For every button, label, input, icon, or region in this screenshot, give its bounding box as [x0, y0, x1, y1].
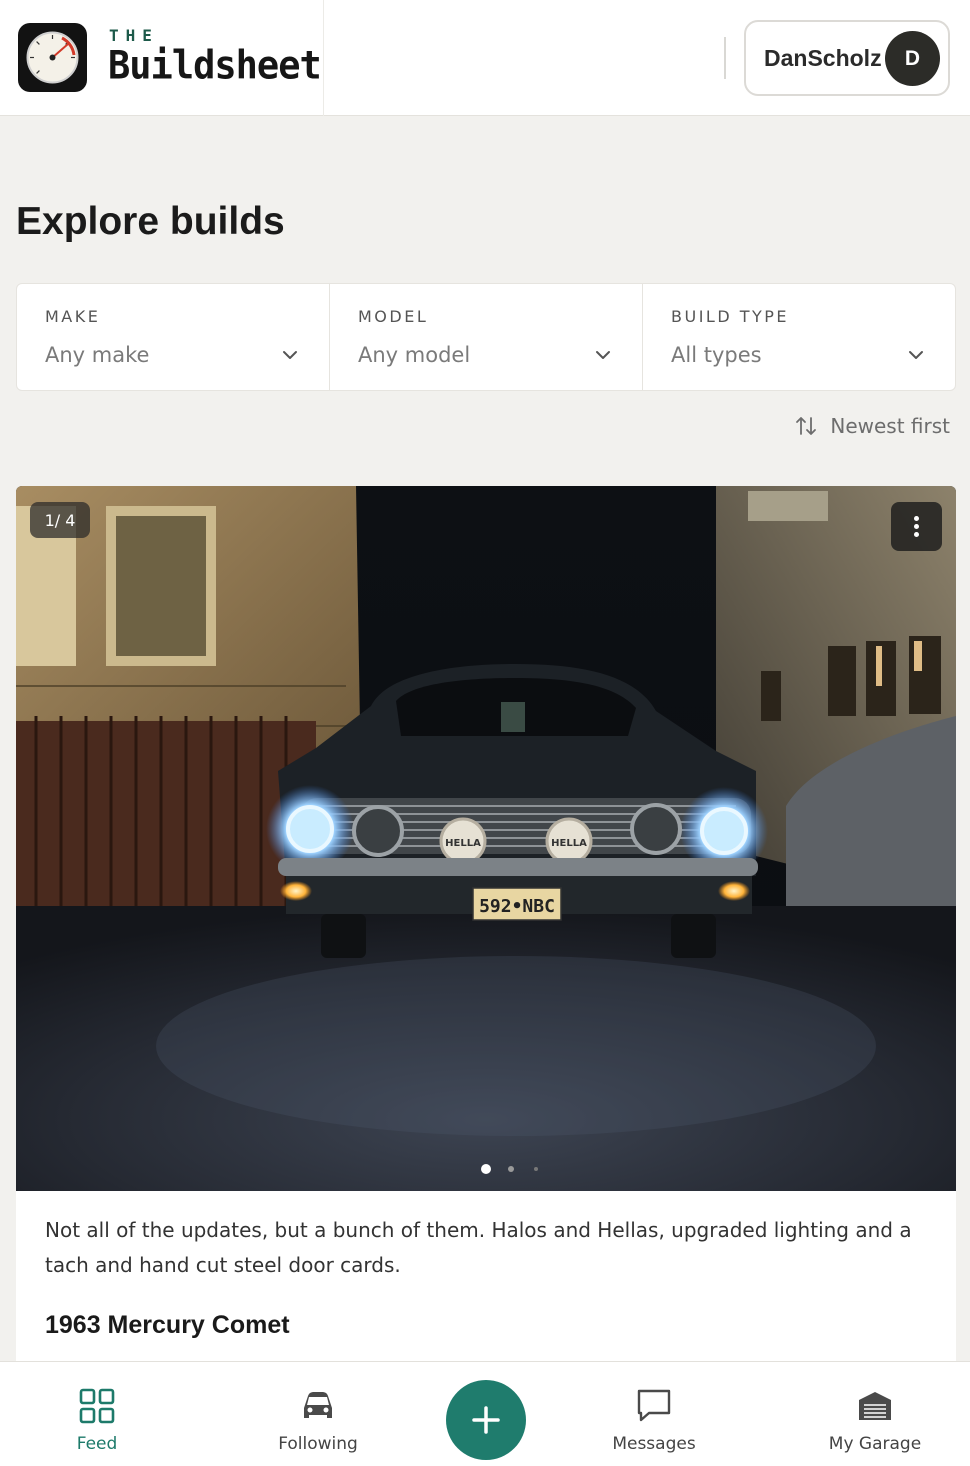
- build-card[interactable]: HELLA HELLA 592•NBC 1/ 4 Not all of the …: [16, 486, 956, 1386]
- nav-item-my-garage[interactable]: My Garage: [795, 1362, 955, 1466]
- filter-label: MAKE: [45, 307, 101, 326]
- filter-label: MODEL: [358, 307, 429, 326]
- more-options-button[interactable]: [891, 502, 942, 551]
- filter-value: Any model: [358, 343, 471, 367]
- filter-value: All types: [671, 343, 762, 367]
- model-filter-select[interactable]: MODEL Any model: [330, 284, 643, 390]
- sort-arrows-icon: [796, 417, 817, 435]
- chevron-down-icon: [283, 351, 297, 359]
- hella-lamp-label: HELLA: [445, 838, 481, 849]
- sort-label: Newest first: [830, 414, 950, 438]
- license-plate-text: 592•NBC: [479, 896, 555, 917]
- make-filter-select[interactable]: MAKE Any make: [17, 284, 330, 390]
- nav-item-following[interactable]: Following: [238, 1362, 398, 1466]
- plus-icon: [472, 1406, 500, 1434]
- car-icon: [304, 1392, 332, 1418]
- nav-label: My Garage: [828, 1434, 922, 1454]
- filter-value: Any make: [45, 343, 150, 367]
- brand-name: Buildsheet: [108, 42, 322, 89]
- carousel-dots: [16, 1164, 956, 1178]
- chevron-down-icon: [596, 351, 610, 359]
- avatar: D: [885, 31, 940, 86]
- sort-button[interactable]: Newest first: [794, 410, 950, 442]
- nav-label: Feed: [76, 1434, 118, 1454]
- car-title[interactable]: 1963 Mercury Comet: [45, 1311, 290, 1340]
- filter-label: BUILD TYPE: [671, 307, 790, 326]
- build-type-filter-select[interactable]: BUILD TYPE All types: [643, 284, 955, 390]
- add-build-button[interactable]: [446, 1380, 526, 1460]
- nav-item-feed[interactable]: Feed: [17, 1362, 177, 1466]
- garage-icon: [859, 1392, 891, 1420]
- chevron-down-icon: [909, 351, 923, 359]
- brand[interactable]: THE Buildsheet: [0, 0, 324, 116]
- top-bar: THE Buildsheet DanScholz D: [0, 0, 970, 116]
- filter-bar: MAKE Any make MODEL Any model BUILD TYPE…: [16, 283, 956, 391]
- carousel-dot[interactable]: [534, 1167, 538, 1171]
- header-divider: [724, 37, 726, 79]
- carousel-dot[interactable]: [508, 1166, 514, 1172]
- user-menu-button[interactable]: DanScholz D: [744, 20, 950, 96]
- post-caption: Not all of the updates, but a bunch of t…: [45, 1218, 912, 1277]
- user-name: DanScholz: [764, 45, 882, 71]
- message-icon: [637, 1389, 671, 1422]
- hella-lamp-label: HELLA: [551, 838, 587, 849]
- grid-icon: [79, 1388, 115, 1424]
- page-title: Explore builds: [16, 200, 285, 243]
- nav-label: Messages: [612, 1434, 696, 1454]
- image-counter: 1/ 4: [30, 502, 90, 538]
- nav-item-messages[interactable]: Messages: [574, 1362, 734, 1466]
- tachometer-logo-icon: [18, 23, 87, 92]
- bottom-nav: Feed Following Messages My Garage: [0, 1361, 970, 1466]
- carousel-dot-active[interactable]: [481, 1164, 491, 1174]
- build-photo[interactable]: HELLA HELLA 592•NBC 1/ 4: [16, 486, 956, 1191]
- nav-label: Following: [278, 1434, 358, 1454]
